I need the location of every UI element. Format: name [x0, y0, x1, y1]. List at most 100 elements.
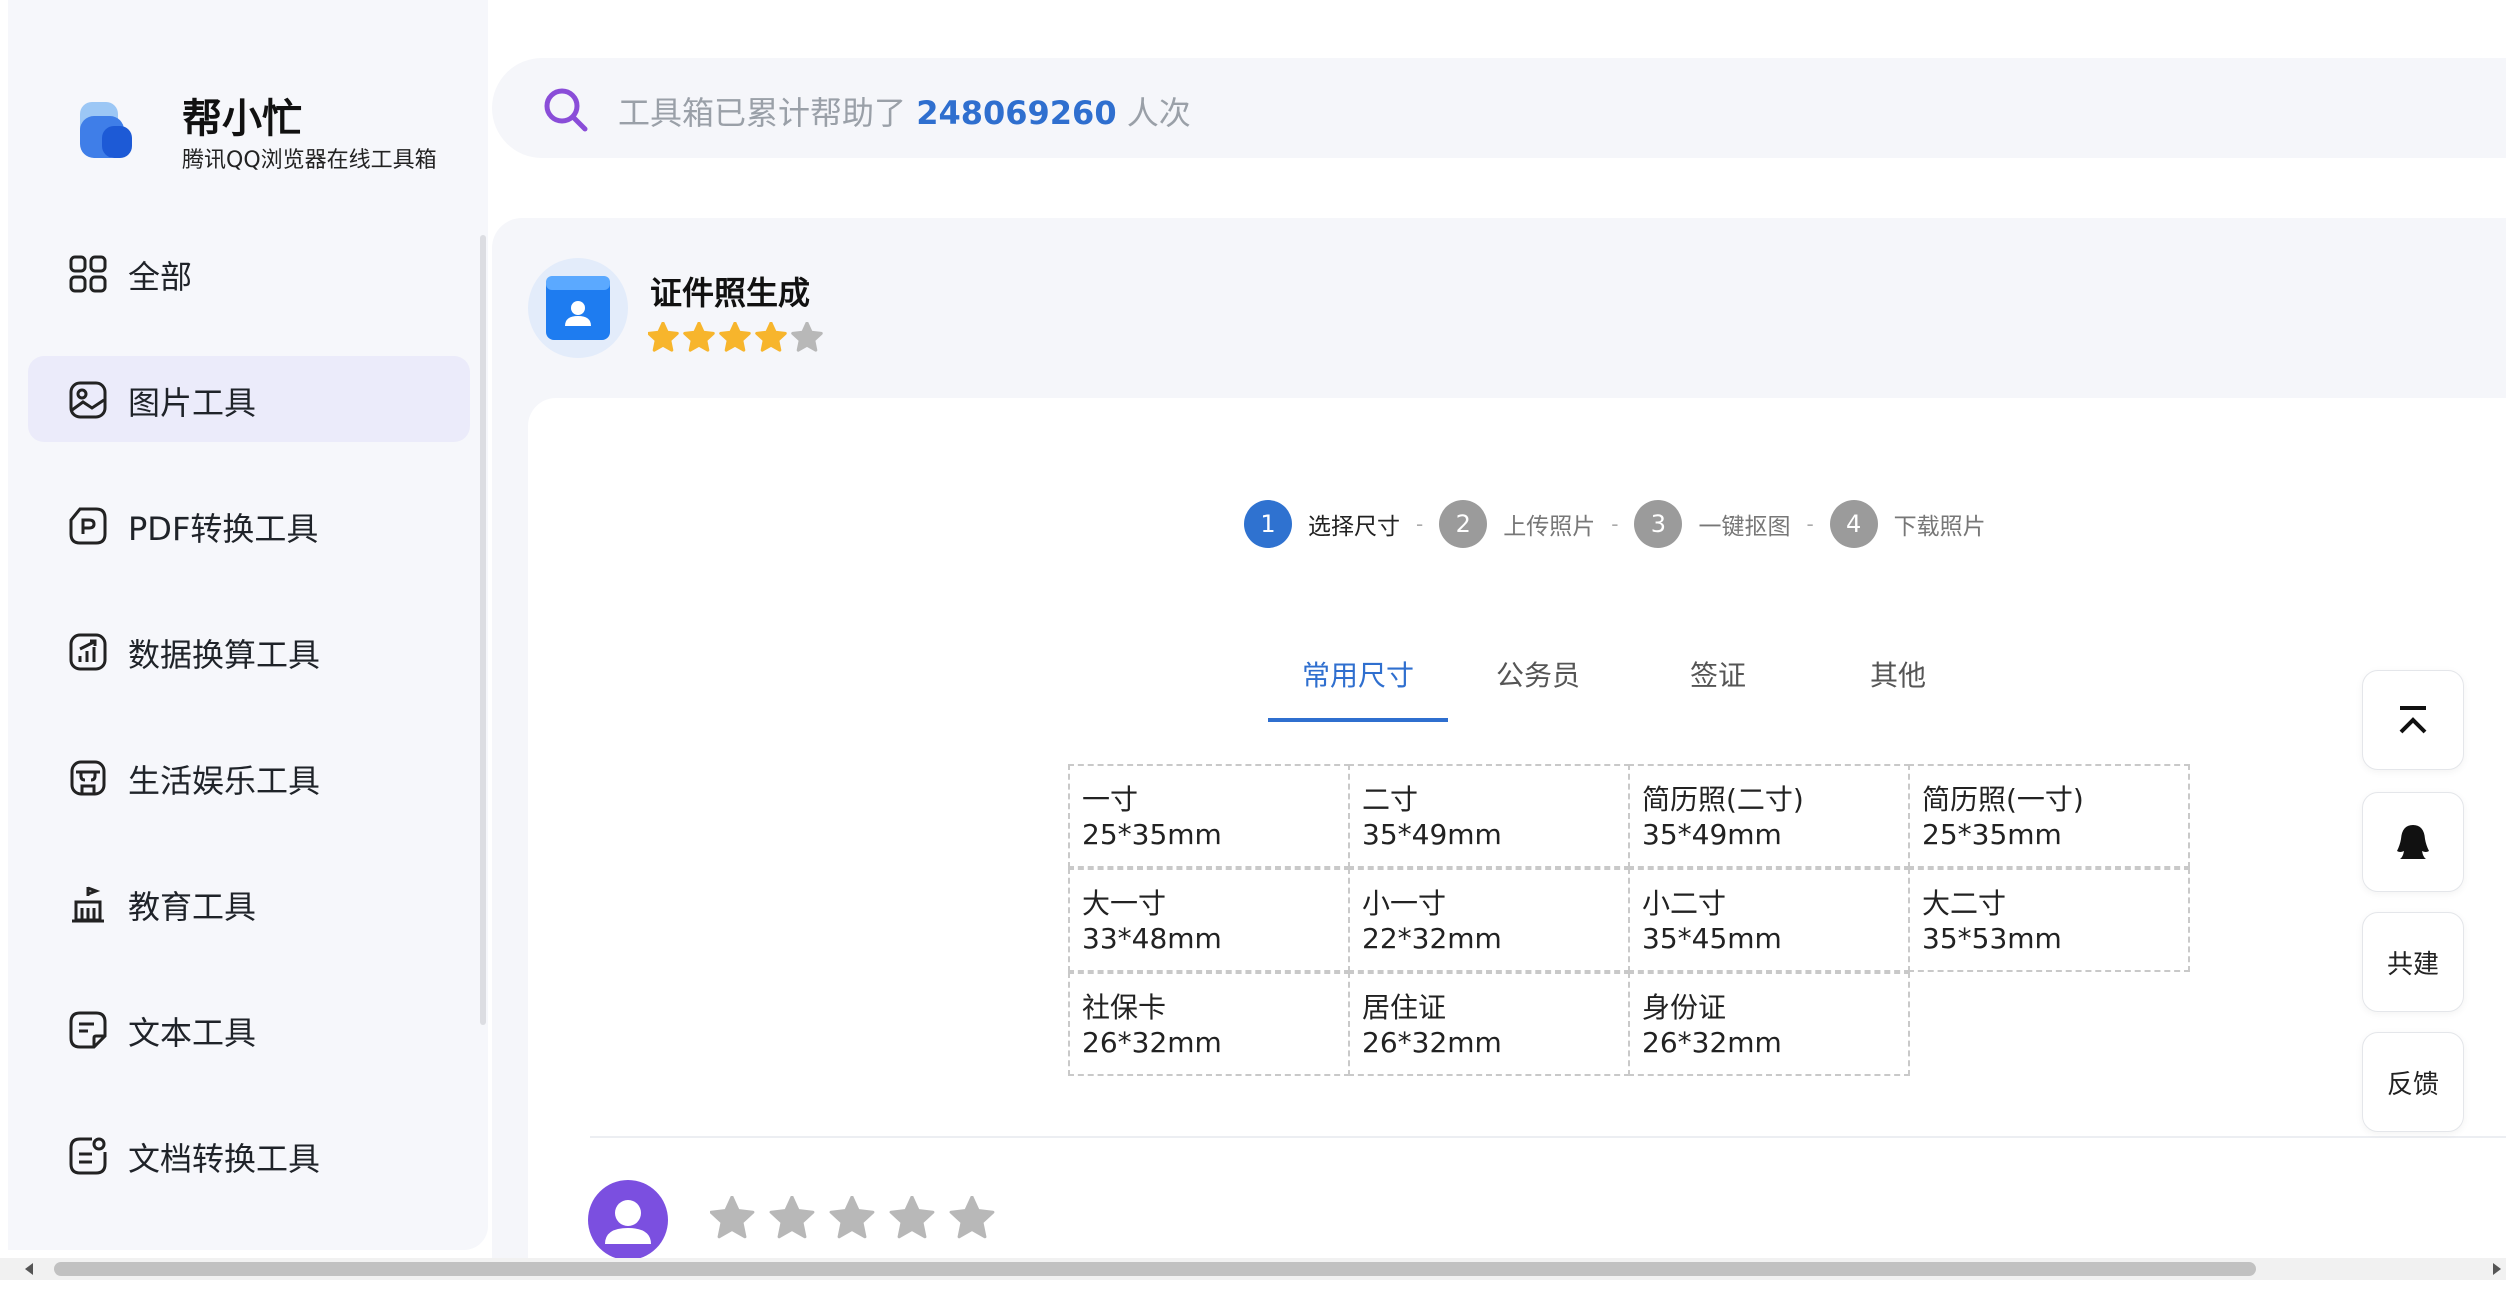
sidebar-item-education-tools[interactable]: 教育工具 — [28, 860, 470, 946]
sidebar-nav: 全部 图片工具 PDF转换工具 数据换算工具 生活娱乐工具 教育工具 文本工具 … — [28, 230, 470, 1238]
back-to-top-button[interactable] — [2362, 670, 2464, 770]
sidebar-item-label: 数据换算工具 — [128, 636, 321, 674]
size-dimensions: 33*48mm — [1082, 922, 1222, 955]
star-filled-icon — [719, 322, 751, 352]
size-option-large-1cun[interactable]: 大一寸 33*48mm — [1068, 868, 1350, 972]
size-dimensions: 25*35mm — [1922, 818, 2062, 851]
tab-common-sizes[interactable]: 常用尺寸 — [1268, 650, 1448, 724]
star-empty-icon[interactable] — [889, 1196, 935, 1239]
step-label: 一键抠图 — [1698, 514, 1791, 540]
help-count: 248069260 — [916, 94, 1117, 132]
size-dimensions: 25*35mm — [1082, 818, 1222, 851]
bangxiaomang-logo-icon — [80, 102, 132, 158]
size-option-small-2cun[interactable]: 小二寸 35*45mm — [1628, 868, 1910, 972]
sidebar-item-label: 图片工具 — [128, 384, 257, 422]
size-dimensions: 26*32mm — [1642, 1026, 1782, 1059]
star-filled-icon — [755, 322, 787, 352]
size-category-tabs: 常用尺寸 公务员 签证 其他 — [1268, 650, 1988, 724]
sidebar-item-label: 教育工具 — [128, 888, 257, 926]
tab-visa[interactable]: 签证 — [1628, 650, 1808, 724]
text-doc-icon — [69, 1011, 107, 1049]
step-number: 1 — [1244, 500, 1292, 548]
tool-title: 证件照生成 — [650, 274, 811, 312]
step-separator: - — [1806, 512, 1814, 536]
size-option-social-security[interactable]: 社保卡 26*32mm — [1068, 972, 1350, 1076]
size-name: 居住证 — [1362, 991, 1447, 1024]
search-bar[interactable]: 工具箱已累计帮助了 248069260 人次 — [492, 58, 2506, 158]
step-separator: - — [1611, 512, 1619, 536]
qq-penguin-icon — [2397, 825, 2429, 859]
star-filled-icon — [683, 322, 715, 352]
size-dimensions: 26*32mm — [1082, 1026, 1222, 1059]
step-label: 选择尺寸 — [1308, 514, 1400, 540]
step-label: 下载照片 — [1893, 514, 1986, 540]
sidebar-item-label: 文档转换工具 — [128, 1140, 321, 1178]
tool-rating-stars — [648, 322, 823, 352]
sidebar-item-image-tools[interactable]: 图片工具 — [28, 356, 470, 442]
user-avatar-icon — [588, 1180, 668, 1260]
star-empty-icon[interactable] — [710, 1196, 755, 1239]
brand-name: 帮小忙 — [182, 96, 302, 142]
star-empty-icon[interactable] — [829, 1196, 875, 1239]
sidebar-item-pdf-tools[interactable]: PDF转换工具 — [28, 482, 470, 568]
size-name: 大二寸 — [1922, 887, 2007, 920]
horizontal-scrollbar[interactable] — [0, 1258, 2506, 1280]
search-prefix: 工具箱已累计帮助了 — [618, 94, 907, 132]
star-empty-icon[interactable] — [949, 1196, 995, 1239]
tab-civil-servant[interactable]: 公务员 — [1448, 650, 1628, 724]
size-name: 小二寸 — [1642, 887, 1727, 920]
size-dimensions: 35*45mm — [1642, 922, 1782, 955]
cobuild-button[interactable]: 共建 — [2362, 912, 2464, 1012]
search-suffix: 人次 — [1126, 94, 1191, 132]
scroll-right-icon[interactable] — [2490, 1262, 2504, 1276]
step-label: 上传照片 — [1503, 514, 1596, 540]
size-dimensions: 22*32mm — [1362, 922, 1502, 955]
size-option-2cun[interactable]: 二寸 35*49mm — [1348, 764, 1630, 868]
brand-subtitle: 腾讯QQ浏览器在线工具箱 — [182, 148, 437, 173]
sidebar-item-data-tools[interactable]: 数据换算工具 — [28, 608, 470, 694]
tab-other[interactable]: 其他 — [1808, 650, 1988, 724]
scroll-left-icon[interactable] — [22, 1262, 36, 1276]
size-option-id-card[interactable]: 身份证 26*32mm — [1628, 972, 1910, 1076]
pdf-icon — [69, 507, 107, 545]
image-icon — [69, 381, 107, 419]
school-icon — [72, 886, 104, 923]
star-empty-icon — [791, 322, 823, 352]
size-option-residence-permit[interactable]: 居住证 26*32mm — [1348, 972, 1630, 1076]
star-filled-icon — [648, 322, 679, 352]
step-number: 3 — [1634, 500, 1683, 548]
scrollbar-thumb[interactable] — [54, 1262, 2256, 1276]
sidebar-item-all[interactable]: 全部 — [28, 230, 470, 316]
sidebar-item-life-tools[interactable]: 生活娱乐工具 — [28, 734, 470, 820]
user-rating-stars[interactable] — [710, 1196, 1010, 1244]
feedback-button[interactable]: 反馈 — [2362, 1032, 2464, 1132]
sidebar-scrollbar[interactable] — [480, 235, 486, 1025]
brand[interactable]: 帮小忙 腾讯QQ浏览器在线工具箱 — [68, 90, 468, 180]
sidebar-item-label: 全部 — [128, 258, 193, 296]
step-select-size: 1 选择尺寸 - — [1244, 500, 1439, 548]
size-name: 简历照(二寸) — [1642, 783, 1804, 816]
sidebar-item-doc-convert-tools[interactable]: 文档转换工具 — [28, 1112, 470, 1198]
step-number: 4 — [1829, 500, 1878, 548]
size-dimensions: 35*53mm — [1922, 922, 2062, 955]
qq-button[interactable] — [2362, 792, 2464, 892]
size-option-resume-1cun[interactable]: 简历照(一寸) 25*35mm — [1908, 764, 2190, 868]
step-indicator: 1 选择尺寸 - 2 上传照片 - 3 一键抠图 - 4 下载照片 — [1244, 500, 1986, 548]
step-cutout: 3 一键抠图 - — [1634, 500, 1829, 548]
search-icon — [544, 88, 588, 132]
shop-icon — [70, 760, 106, 796]
size-name: 二寸 — [1362, 783, 1419, 816]
sidebar-item-text-tools[interactable]: 文本工具 — [28, 986, 470, 1072]
grid-icon — [69, 255, 107, 293]
doc-convert-icon — [69, 1137, 107, 1175]
id-photo-tool-icon — [528, 258, 628, 358]
size-option-1cun[interactable]: 一寸 25*35mm — [1068, 764, 1350, 868]
sidebar-item-label: PDF转换工具 — [128, 510, 319, 548]
size-name: 一寸 — [1082, 783, 1139, 816]
size-option-large-2cun[interactable]: 大二寸 35*53mm — [1908, 868, 2190, 972]
size-option-resume-2cun[interactable]: 简历照(二寸) 35*49mm — [1628, 764, 1910, 868]
size-option-small-1cun[interactable]: 小一寸 22*32mm — [1348, 868, 1630, 972]
star-empty-icon[interactable] — [769, 1196, 815, 1239]
size-name: 大一寸 — [1082, 887, 1167, 920]
step-number: 2 — [1439, 500, 1488, 548]
